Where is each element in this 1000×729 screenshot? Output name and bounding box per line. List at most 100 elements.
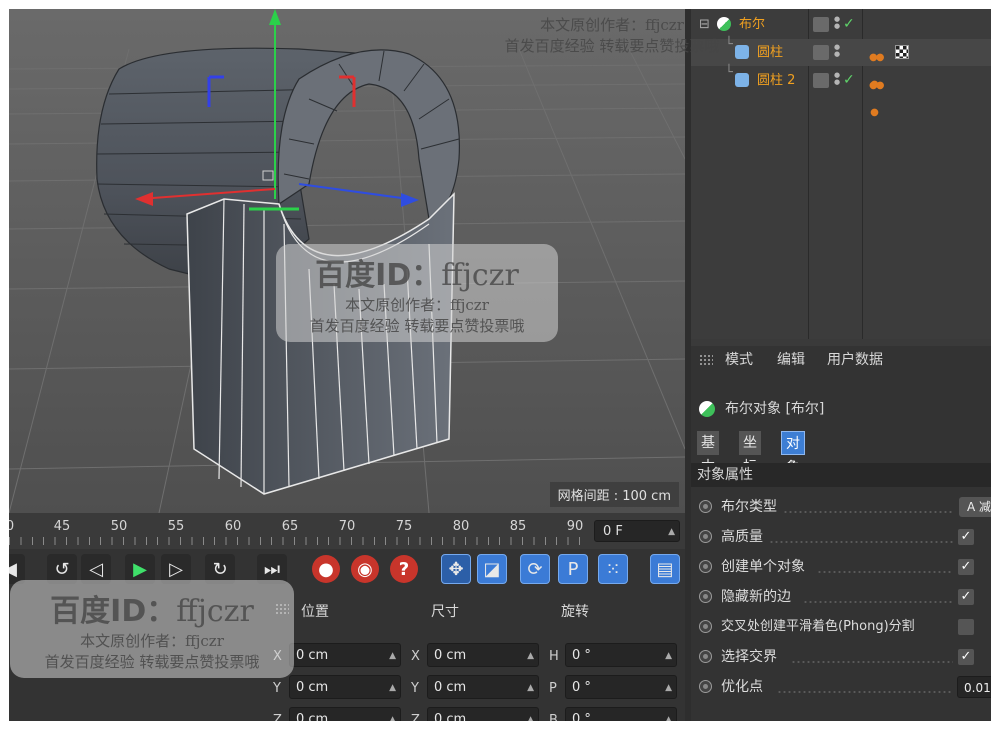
help-icon[interactable]: ? (390, 555, 418, 583)
size-x-field[interactable]: 0 cm▲▼ (427, 643, 539, 685)
checkbox[interactable]: ✓ (958, 559, 974, 575)
animate-radio-icon[interactable] (699, 620, 712, 633)
attribute-manager: 模式 编辑 用户数据 布尔对象 [布尔] 基本 坐标 对象 对象属性 布尔类型 … (691, 346, 991, 721)
go-to-end-icon[interactable]: ⏭ (257, 554, 287, 584)
object-row-boole[interactable]: ⊟ 布尔 ● ● ✓ (691, 11, 991, 38)
viewport-scene (9, 9, 685, 513)
rotate-icon[interactable]: ⟳ (520, 554, 550, 584)
animate-radio-icon[interactable] (699, 680, 712, 693)
tick-label: 0 (9, 519, 15, 534)
enable-check[interactable]: ✓ (843, 11, 855, 38)
play-icon[interactable]: ▶ (125, 554, 155, 584)
prop-create-single-object[interactable]: 创建单个对象 ✓ (691, 553, 991, 581)
tick-label: 45 (53, 519, 71, 534)
render-dots-icon[interactable]: ● ● (834, 16, 840, 30)
leader-dots (777, 673, 953, 701)
tree-line: └ (725, 37, 733, 52)
tree-line: └ (725, 65, 733, 80)
next-key-icon[interactable]: ↻ (205, 554, 235, 584)
move-icon[interactable]: ✥ (441, 554, 471, 584)
menu-mode[interactable]: 模式 (725, 346, 753, 374)
object-title: 布尔对象 [布尔] (691, 396, 991, 422)
object-row-cylinder[interactable]: └ 圆柱 ● ● ●● ● (691, 37, 991, 90)
go-to-start-icon[interactable]: ◀ (9, 554, 25, 584)
visibility-toggle[interactable] (813, 73, 829, 88)
grip-icon[interactable] (699, 354, 713, 366)
param-icon[interactable]: P (558, 554, 588, 584)
animate-radio-icon[interactable] (699, 650, 712, 663)
prop-boole-type[interactable]: 布尔类型 A 减 (691, 493, 991, 521)
timeline[interactable]: 0 45 50 55 60 65 70 75 80 85 90 0 F ▲▼ (9, 513, 685, 559)
checkbox[interactable] (958, 619, 974, 635)
visibility-toggle[interactable] (813, 17, 829, 32)
prop-label: 隐藏新的边 (721, 589, 791, 605)
animate-radio-icon[interactable] (699, 590, 712, 603)
menu-user-data[interactable]: 用户数据 (827, 346, 883, 374)
checkbox[interactable]: ✓ (958, 649, 974, 665)
prop-label: 选择交界 (721, 649, 777, 665)
axis-label: Y (273, 681, 281, 696)
rotation-h-field[interactable]: 0 °▲▼ (565, 643, 677, 685)
3d-viewport[interactable]: 网格间距 : 100 cm (9, 9, 685, 513)
position-x-field[interactable]: 0 cm▲▼ (289, 643, 401, 685)
next-frame-icon[interactable]: ▷ (161, 554, 191, 584)
material-tag-icon[interactable] (895, 45, 909, 59)
prop-select-intersection[interactable]: 选择交界 ✓ (691, 643, 991, 671)
tab-coord[interactable]: 坐标 (739, 431, 761, 475)
position-y-field[interactable]: 0 cm▲▼ (289, 675, 401, 717)
size-z-field[interactable]: 0 cm ▲▼ (427, 707, 539, 721)
scale-icon[interactable]: ◪ (477, 554, 507, 584)
animate-radio-icon[interactable] (699, 530, 712, 543)
render-dots-icon[interactable]: ● ● (834, 72, 840, 86)
axis-label: X (273, 649, 282, 664)
prop-optimize-points[interactable]: 优化点 0.01 (691, 673, 991, 701)
tab-object[interactable]: 对象 (781, 431, 805, 476)
field-value: 0 ° (572, 712, 591, 721)
size-y-field[interactable]: 0 cm▲▼ (427, 675, 539, 717)
field-value: 0 cm (434, 680, 467, 695)
record-icon[interactable]: ● (312, 555, 340, 583)
animate-radio-icon[interactable] (699, 500, 712, 513)
prop-high-quality[interactable]: 高质量 ✓ (691, 523, 991, 551)
film-icon[interactable]: ▤ (650, 554, 680, 584)
object-row-cylinder-2[interactable]: └ 圆柱 2 ● ● ✓ ●● ● (691, 65, 991, 118)
prop-phong-break[interactable]: 交叉处创建平滑着色(Phong)分割 (691, 613, 991, 641)
spinner-icon[interactable]: ▲▼ (665, 708, 672, 721)
rotation-p-field[interactable]: 0 °▲▼ (565, 675, 677, 717)
menu-edit[interactable]: 编辑 (777, 346, 805, 374)
render-dots-icon[interactable]: ● ● (834, 44, 840, 58)
checkbox[interactable]: ✓ (958, 529, 974, 545)
boole-type-dropdown[interactable]: A 减 (959, 497, 991, 517)
animate-radio-icon[interactable] (699, 560, 712, 573)
axis-label: B (549, 713, 558, 721)
visibility-toggle[interactable] (813, 45, 829, 60)
axis-label: P (549, 681, 557, 696)
position-z-field[interactable]: 0 cm ▲▼ (289, 707, 401, 721)
grid-dots-icon[interactable]: ⁙ (598, 554, 628, 584)
phong-tag-icon[interactable]: ●● ● (869, 72, 885, 126)
rotation-b-field[interactable]: 0 ° ▲▼ (565, 707, 677, 721)
optimize-points-field[interactable]: 0.01 (957, 676, 991, 698)
spinner-icon[interactable]: ▲▼ (389, 708, 396, 721)
prev-key-icon[interactable]: ↺ (47, 554, 77, 584)
attribute-menubar: 模式 编辑 用户数据 (691, 346, 991, 374)
current-frame-field[interactable]: 0 F ▲▼ (594, 520, 680, 559)
checkbox[interactable]: ✓ (958, 589, 974, 605)
axis-label: X (411, 649, 420, 664)
tab-basic[interactable]: 基本 (697, 431, 719, 475)
field-value: 0 cm (296, 648, 329, 663)
timeline-ruler[interactable]: 0 45 50 55 60 65 70 75 80 85 90 (9, 513, 589, 549)
auto-key-icon[interactable]: ◉ (351, 555, 379, 583)
prop-hide-new-edges[interactable]: 隐藏新的边 ✓ (691, 583, 991, 611)
cylinder-icon (735, 45, 749, 59)
prop-label: 交叉处创建平滑着色(Phong)分割 (721, 619, 915, 634)
axis-label: H (549, 649, 559, 664)
grip-icon[interactable] (275, 603, 289, 615)
axis-label: Z (273, 713, 282, 721)
tree-expand-icon[interactable]: ⊟ (699, 11, 710, 38)
prev-frame-icon[interactable]: ◁ (81, 554, 111, 584)
enable-check[interactable]: ✓ (843, 67, 855, 94)
tick-label: 60 (224, 519, 242, 534)
spinner-icon[interactable]: ▲▼ (527, 708, 534, 721)
field-value: 0 cm (434, 712, 467, 721)
